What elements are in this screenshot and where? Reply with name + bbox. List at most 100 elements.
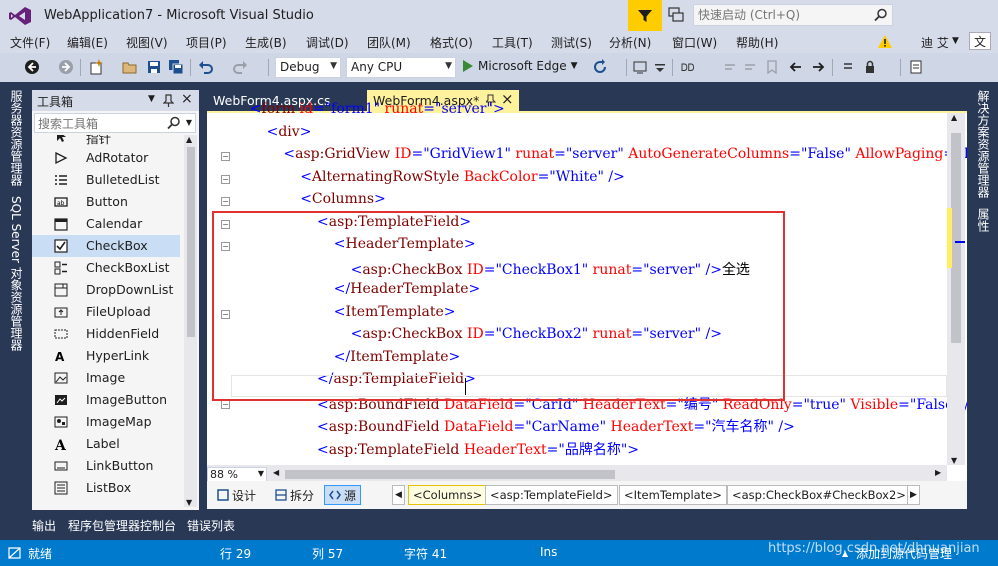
scroll-left-icon[interactable]: ◀ [273,468,279,477]
toolbox-search-input[interactable] [38,116,168,131]
toolbox-item[interactable]: DropDownList [32,279,180,301]
toolbox-item[interactable]: ListBox [32,477,180,499]
toolbox-item[interactable]: AdRotator [32,147,180,169]
menu-format[interactable]: 格式(O) [430,34,473,51]
horizontal-scroll-thumb[interactable] [285,470,615,479]
back-icon[interactable] [24,59,40,75]
menu-analyze[interactable]: 分析(N) [609,34,651,51]
new-project-icon[interactable] [88,59,104,75]
user-name[interactable]: 迪 艾 [921,34,949,51]
nav-back-icon[interactable] [788,59,804,75]
nav-forward-icon[interactable] [810,59,826,75]
scroll-down-icon[interactable]: ▼ [951,456,957,465]
breadcrumb-next-icon[interactable]: ▶ [907,485,920,505]
chevron-down-icon[interactable]: ▼ [186,118,192,127]
menu-help[interactable]: 帮助(H) [736,34,778,51]
breadcrumb-prev-icon[interactable]: ◀ [392,485,405,505]
toolbox-scroll-thumb[interactable] [187,147,195,337]
server-explorer-tab[interactable]: 服务器资源管理器 [8,90,25,186]
editor-vertical-scrollbar[interactable]: ▲ ▼ [947,113,965,465]
menu-build[interactable]: 生成(B) [245,34,287,51]
toolbox-item[interactable]: A Label [32,433,180,455]
toolbox-item[interactable]: Calendar [32,213,180,235]
start-debugging-button[interactable]: Microsoft Edge ▼ [462,59,578,73]
scroll-up-icon[interactable]: ▲ [186,135,192,144]
toolbox-item[interactable]: FileUpload [32,301,180,323]
notifications-filter-button[interactable] [628,0,662,31]
feedback-icon[interactable] [668,6,684,24]
redo-icon[interactable] [232,59,248,75]
breadcrumb-checkbox2[interactable]: <asp:CheckBox#CheckBox2> [727,485,911,505]
menu-debug[interactable]: 调试(D) [306,34,349,51]
save-icon[interactable] [146,59,162,75]
output-tab[interactable]: 输出 [32,517,56,534]
undo-icon[interactable] [198,59,214,75]
toolbox-search-box[interactable]: ▼ [34,113,196,133]
properties-tab[interactable]: 属性 [975,208,992,232]
quick-launch-box[interactable] [693,4,893,26]
scroll-right-icon[interactable]: ▶ [935,468,941,477]
breadcrumb-columns[interactable]: <Columns> [408,485,488,505]
sql-server-object-explorer-tab[interactable]: SQL Server 对象资源管理器 [8,196,25,351]
format-block-icon[interactable]: ᎠᎠ [680,59,696,75]
menu-file[interactable]: 文件(F) [10,34,50,51]
save-all-icon[interactable] [168,59,184,75]
collapse-icon[interactable]: − [221,174,230,184]
error-list-tab[interactable]: 错误列表 [187,517,235,534]
toolbox-item[interactable]: HiddenField [32,323,180,345]
design-view-button[interactable]: 设计 [213,485,260,505]
lock-icon[interactable] [862,59,878,75]
user-menu-chevron-icon[interactable]: ▼ [952,36,959,46]
toolbox-item[interactable]: A HyperLink [32,345,180,367]
toolbox-item[interactable]: Image [32,367,180,389]
solution-config-select[interactable]: Debug ▼ [275,57,341,78]
split-view-button[interactable]: 拆分 [271,485,318,505]
menu-window[interactable]: 窗口(W) [672,34,717,51]
forward-icon[interactable] [58,59,74,75]
breadcrumb-templatefield[interactable]: <asp:TemplateField> [485,485,618,505]
open-file-icon[interactable] [122,59,138,75]
breadcrumb-itemtemplate[interactable]: <ItemTemplate> [619,485,727,505]
search-icon[interactable] [167,116,181,130]
toolbox-item[interactable]: 指针 [32,135,180,147]
package-manager-console-tab[interactable]: 程序包管理器控制台 [68,517,176,534]
warning-icon[interactable] [877,34,893,50]
user-avatar[interactable]: 文 [969,32,991,50]
code-editor[interactable]: − − − − − − − <form id="form1" runat="server">… [207,101,998,483]
toolbox-item[interactable]: CheckBoxList [32,257,180,279]
quick-launch-input[interactable] [698,7,868,23]
menu-project[interactable]: 项目(P) [186,34,227,51]
collapse-icon[interactable]: − [221,152,230,161]
menu-view[interactable]: 视图(V) [126,34,168,51]
zoom-select[interactable]: 88 % ▼ [207,467,267,482]
close-icon[interactable]: × [181,91,193,107]
toolbox-item[interactable]: LinkButton [32,455,180,477]
align-icon[interactable] [840,59,856,75]
menu-team[interactable]: 团队(M) [367,34,411,51]
bookmark-icon[interactable] [764,59,780,75]
toolbox-item[interactable]: CheckBox [32,235,180,257]
solution-platform-select[interactable]: Any CPU ▼ [346,57,456,78]
comment-icon[interactable] [722,59,738,75]
toolbox-item[interactable]: ab Button [32,191,180,213]
menu-test[interactable]: 测试(S) [551,34,592,51]
scroll-up-icon[interactable]: ▲ [951,113,957,122]
toolbox-item[interactable]: ImageButton [32,389,180,411]
scroll-down-icon[interactable]: ▼ [186,498,192,507]
search-icon[interactable] [874,8,888,22]
document-outline-icon[interactable] [908,59,924,75]
browser-link-icon[interactable] [632,59,648,75]
solution-explorer-tab[interactable]: 解决方案资源管理器 [975,90,992,198]
source-view-button[interactable]: 源 [324,485,362,505]
menu-tools[interactable]: 工具(T) [492,34,533,51]
collapse-icon[interactable]: − [221,197,230,206]
menu-edit[interactable]: 编辑(E) [67,34,108,51]
toolbox-options-chevron-icon[interactable]: ▼ [148,94,155,104]
uncomment-icon[interactable] [742,59,758,75]
refresh-icon[interactable] [592,59,608,75]
toolbox-scrollbar[interactable]: ▲ ▼ [184,135,197,507]
overflow-icon[interactable] [652,59,668,75]
editor-scroll-thumb[interactable] [951,133,961,343]
toolbox-item[interactable]: ImageMap [32,411,180,433]
toolbox-item[interactable]: BulletedList [32,169,180,191]
